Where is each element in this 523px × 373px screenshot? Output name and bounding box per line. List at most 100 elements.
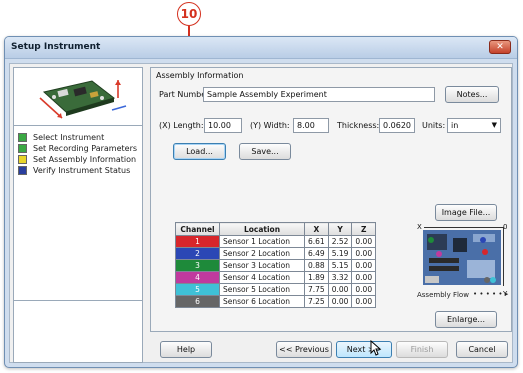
x-cell[interactable]: 1.89 bbox=[304, 271, 329, 284]
dialog-client-area: Select Instrument Set Recording Paramete… bbox=[9, 63, 513, 363]
units-selected-value: in bbox=[451, 121, 459, 130]
table-row[interactable]: 5 Sensor 5 Location 7.75 0.00 0.00 bbox=[175, 283, 377, 296]
callout-number: 10 bbox=[177, 2, 201, 26]
column-header-location[interactable]: Location bbox=[219, 222, 305, 236]
y-cell[interactable]: 3.32 bbox=[327, 271, 353, 284]
window-title: Setup Instrument bbox=[11, 42, 101, 52]
y-cell[interactable]: 5.19 bbox=[327, 247, 353, 260]
chevron-down-icon: ▼ bbox=[491, 121, 497, 129]
step-label: Select Instrument bbox=[33, 133, 105, 142]
z-cell[interactable]: 0.00 bbox=[351, 247, 377, 260]
cancel-button[interactable]: Cancel bbox=[456, 341, 508, 358]
instrument-board-icon bbox=[14, 68, 142, 126]
location-cell[interactable]: Sensor 6 Location bbox=[219, 295, 305, 308]
previous-button[interactable]: << Previous bbox=[276, 341, 332, 358]
step-label: Verify Instrument Status bbox=[33, 166, 131, 175]
help-button[interactable]: Help bbox=[160, 341, 212, 358]
location-cell[interactable]: Sensor 1 Location bbox=[219, 235, 305, 248]
width-input[interactable]: 8.00 bbox=[293, 118, 329, 133]
units-select[interactable]: in ▼ bbox=[447, 118, 501, 133]
y-cell[interactable]: 5.15 bbox=[327, 259, 353, 272]
next-button[interactable]: Next >> bbox=[336, 341, 392, 358]
column-header-y[interactable]: Y bbox=[327, 222, 353, 236]
step-status-swatch bbox=[18, 133, 27, 142]
sensor-location-table: Channel Location X Y Z 1 Sensor 1 Locati… bbox=[175, 222, 377, 308]
title-bar: Setup Instrument ✕ bbox=[5, 37, 517, 59]
channel-swatch: 4 bbox=[176, 272, 219, 283]
table-header-row: Channel Location X Y Z bbox=[175, 222, 377, 236]
x-cell[interactable]: 7.25 bbox=[304, 295, 329, 308]
channel-cell[interactable]: 6 bbox=[175, 295, 220, 308]
step-verify-instrument-status: Verify Instrument Status bbox=[18, 165, 137, 176]
axis-x-label: X bbox=[417, 223, 422, 231]
x-cell[interactable]: 0.88 bbox=[304, 259, 329, 272]
z-cell[interactable]: 0.00 bbox=[351, 259, 377, 272]
mouse-pointer-icon bbox=[370, 339, 382, 358]
y-axis-line bbox=[503, 228, 504, 286]
assembly-flow-arrow-icon: • • • • • ▸ bbox=[473, 290, 509, 298]
location-cell[interactable]: Sensor 2 Location bbox=[219, 247, 305, 260]
y-cell[interactable]: 0.00 bbox=[327, 295, 353, 308]
column-header-channel[interactable]: Channel bbox=[175, 222, 220, 236]
width-label: (Y) Width: bbox=[250, 121, 290, 130]
location-cell[interactable]: Sensor 3 Location bbox=[219, 259, 305, 272]
step-set-assembly-information: Set Assembly Information bbox=[18, 154, 137, 165]
assembly-flow-label: Assembly Flow bbox=[417, 291, 469, 299]
x-cell[interactable]: 6.49 bbox=[304, 247, 329, 260]
wizard-steps-panel: Select Instrument Set Recording Paramete… bbox=[13, 67, 143, 363]
step-set-recording-parameters: Set Recording Parameters bbox=[18, 143, 137, 154]
location-cell[interactable]: Sensor 5 Location bbox=[219, 283, 305, 296]
y-cell[interactable]: 2.52 bbox=[327, 235, 353, 248]
finish-button[interactable]: Finish bbox=[396, 341, 448, 358]
units-label: Units: bbox=[422, 121, 446, 130]
table-row[interactable]: 6 Sensor 6 Location 7.25 0.00 0.00 bbox=[175, 295, 377, 308]
x-cell[interactable]: 6.61 bbox=[304, 235, 329, 248]
setup-instrument-dialog: Setup Instrument ✕ Select Instrument Set… bbox=[4, 36, 518, 368]
channel-swatch: 1 bbox=[176, 236, 219, 247]
save-button[interactable]: Save... bbox=[239, 143, 291, 160]
channel-swatch: 2 bbox=[176, 248, 219, 259]
table-row[interactable]: 3 Sensor 3 Location 0.88 5.15 0.00 bbox=[175, 259, 377, 272]
table-row[interactable]: 4 Sensor 4 Location 1.89 3.32 0.00 bbox=[175, 271, 377, 284]
column-header-z[interactable]: Z bbox=[351, 222, 377, 236]
wizard-steps-list: Select Instrument Set Recording Paramete… bbox=[18, 132, 137, 176]
length-label: (X) Length: bbox=[159, 121, 204, 130]
part-number-input[interactable]: Sample Assembly Experiment bbox=[203, 87, 435, 102]
load-button[interactable]: Load... bbox=[173, 143, 226, 160]
step-status-swatch bbox=[18, 144, 27, 153]
column-header-x[interactable]: X bbox=[304, 222, 329, 236]
x-cell[interactable]: 7.75 bbox=[304, 283, 329, 296]
step-status-swatch bbox=[18, 166, 27, 175]
step-select-instrument: Select Instrument bbox=[18, 132, 137, 143]
thickness-input[interactable]: 0.0620 bbox=[379, 118, 415, 133]
location-cell[interactable]: Sensor 4 Location bbox=[219, 271, 305, 284]
channel-swatch: 3 bbox=[176, 260, 219, 271]
z-cell[interactable]: 0.00 bbox=[351, 271, 377, 284]
close-button[interactable]: ✕ bbox=[489, 40, 511, 54]
z-cell[interactable]: 0.00 bbox=[351, 235, 377, 248]
channel-cell[interactable]: 2 bbox=[175, 247, 220, 260]
channel-cell[interactable]: 3 bbox=[175, 259, 220, 272]
z-cell[interactable]: 0.00 bbox=[351, 283, 377, 296]
channel-cell[interactable]: 5 bbox=[175, 283, 220, 296]
y-cell[interactable]: 0.00 bbox=[327, 283, 353, 296]
x-axis-line bbox=[424, 227, 504, 228]
z-cell[interactable]: 0.00 bbox=[351, 295, 377, 308]
notes-button[interactable]: Notes... bbox=[445, 86, 499, 103]
assembly-information-group: Assembly Information Part Number: Sample… bbox=[150, 67, 512, 332]
assembly-image-preview[interactable] bbox=[423, 230, 501, 285]
channel-cell[interactable]: 1 bbox=[175, 235, 220, 248]
table-row[interactable]: 2 Sensor 2 Location 6.49 5.19 0.00 bbox=[175, 247, 377, 260]
left-panel-footer bbox=[14, 300, 142, 362]
group-title: Assembly Information bbox=[156, 71, 244, 80]
channel-swatch: 6 bbox=[176, 296, 219, 307]
length-input[interactable]: 10.00 bbox=[204, 118, 242, 133]
step-label: Set Assembly Information bbox=[33, 155, 137, 164]
channel-swatch: 5 bbox=[176, 284, 219, 295]
step-status-swatch bbox=[18, 155, 27, 164]
step-label: Set Recording Parameters bbox=[33, 144, 138, 153]
channel-cell[interactable]: 4 bbox=[175, 271, 220, 284]
image-file-button[interactable]: Image File... bbox=[435, 204, 497, 221]
enlarge-button[interactable]: Enlarge... bbox=[435, 311, 497, 328]
table-row[interactable]: 1 Sensor 1 Location 6.61 2.52 0.00 bbox=[175, 235, 377, 248]
